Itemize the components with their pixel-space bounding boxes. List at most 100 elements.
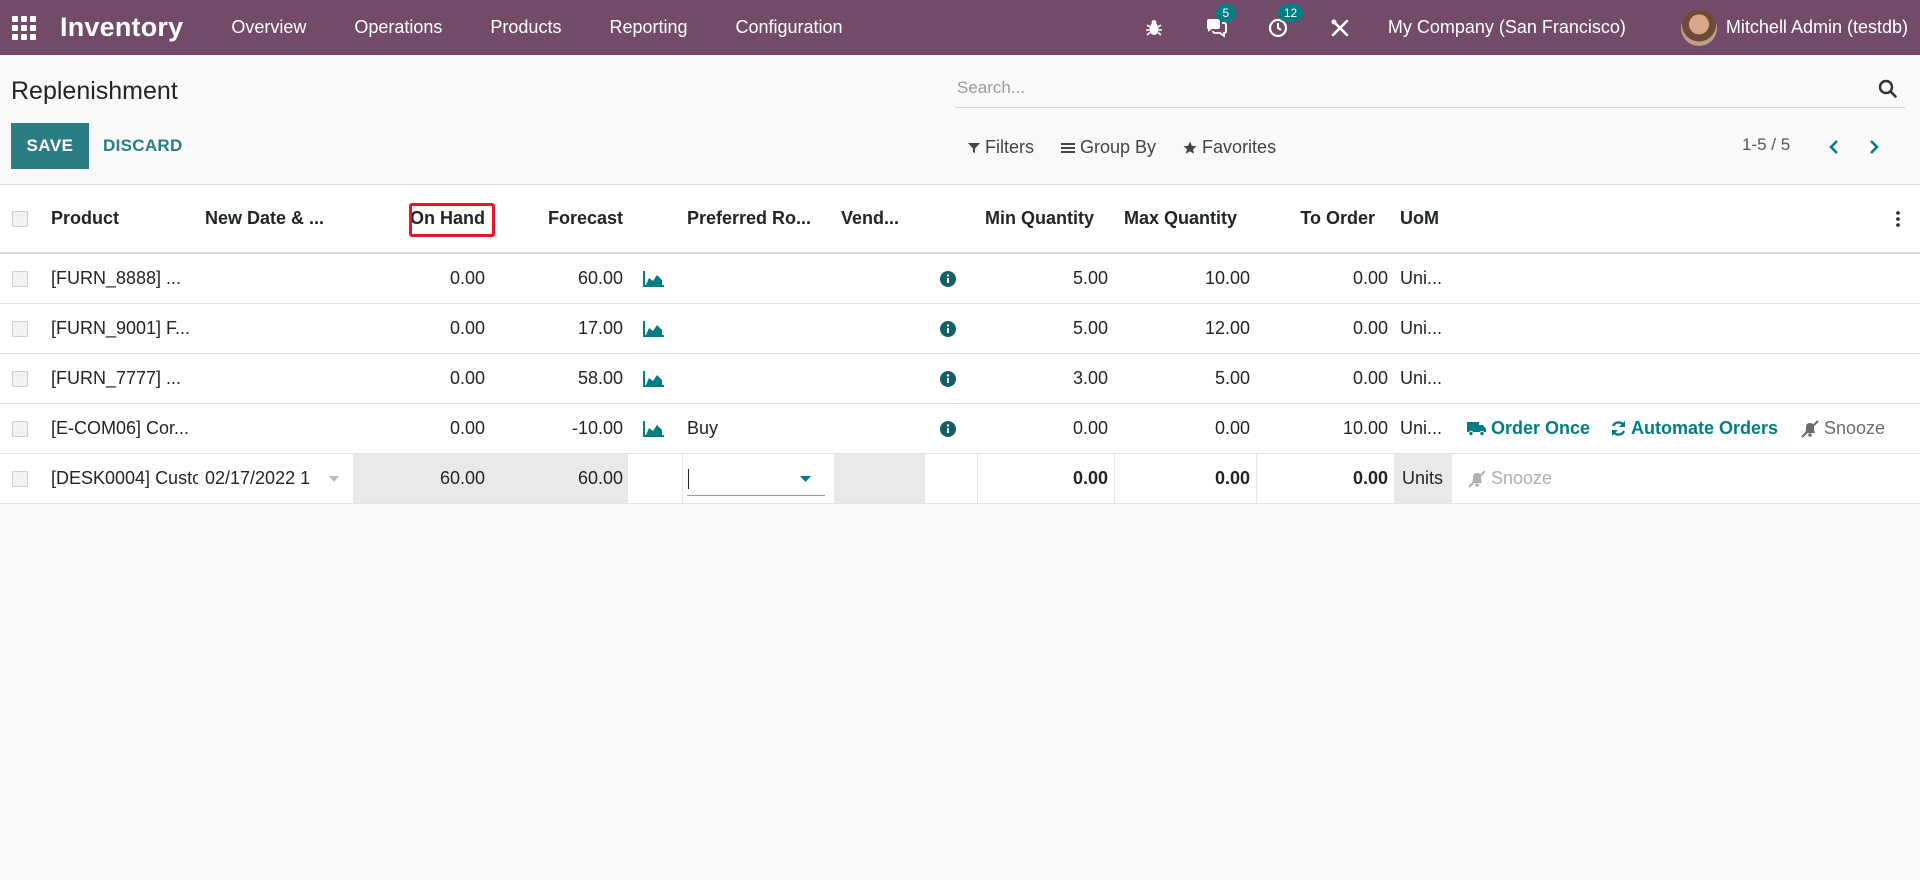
min-quantity-input[interactable]: 0.00 — [960, 454, 1108, 503]
clock-icon[interactable]: 12 — [1264, 3, 1304, 42]
col-max-quantity[interactable]: Max Quantity — [1110, 185, 1237, 252]
select-all-checkbox[interactable] — [12, 185, 32, 252]
automate-orders-label: Automate Orders — [1631, 418, 1779, 438]
info-icon[interactable] — [940, 404, 960, 453]
uom-cell: Uni... — [1400, 368, 1443, 388]
min-quantity-cell: 5.00 — [1072, 268, 1108, 288]
forecast-cell: 17.00 — [577, 318, 623, 338]
save-button[interactable]: SAVE — [11, 123, 89, 169]
bug-icon[interactable] — [1140, 14, 1168, 42]
snooze-label: Snooze — [1491, 468, 1553, 488]
chat-count-badge: 5 — [1215, 3, 1236, 22]
max-quantity-input[interactable]: 0.00 — [1110, 454, 1250, 503]
refresh-icon — [1611, 421, 1626, 436]
pager-value[interactable]: 1-5 / 5 — [1742, 135, 1790, 155]
area-chart-icon[interactable] — [643, 404, 667, 453]
snooze-button[interactable]: Snooze — [1800, 404, 1900, 453]
on-hand-highlight — [409, 203, 495, 237]
col-product[interactable]: Product — [51, 185, 191, 252]
product-cell[interactable]: [DESK0004] Custo — [51, 454, 198, 503]
tools-icon[interactable] — [1326, 14, 1354, 42]
snooze-button[interactable]: Snooze — [1467, 454, 1577, 503]
preferred-route-select[interactable] — [687, 462, 825, 496]
menu-overview[interactable]: Overview — [207, 17, 330, 38]
user-name: Mitchell Admin (testdb) — [1725, 17, 1908, 37]
uom-cell: Units — [1394, 454, 1452, 503]
menu-reporting[interactable]: Reporting — [585, 17, 711, 38]
favorites-label: Favorites — [1202, 137, 1277, 157]
row-checkbox[interactable] — [12, 304, 32, 353]
area-chart-icon[interactable] — [643, 304, 667, 353]
min-quantity-cell: 3.00 — [1072, 368, 1108, 388]
company-switcher[interactable]: My Company (San Francisco) — [1388, 17, 1626, 38]
col-vendor[interactable]: Vend... — [841, 185, 921, 252]
search-icon[interactable] — [1878, 79, 1897, 103]
menu-products[interactable]: Products — [466, 17, 585, 38]
area-chart-icon[interactable] — [643, 254, 667, 303]
star-icon — [1183, 141, 1197, 154]
optional-columns-icon[interactable] — [1896, 185, 1910, 252]
menu-configuration[interactable]: Configuration — [712, 17, 867, 38]
product-cell[interactable]: [FURN_9001] F... — [51, 304, 201, 353]
discard-button[interactable]: DISCARD — [103, 123, 183, 169]
product-cell[interactable]: [E-COM06] Cor... — [51, 404, 201, 453]
filters-button[interactable]: Filters — [968, 137, 1034, 158]
table-row-editing[interactable]: [DESK0004] Custo 02/17/2022 1 60.00 60.0… — [0, 454, 1920, 504]
pager-previous-icon[interactable] — [1822, 135, 1846, 159]
col-min-quantity[interactable]: Min Quantity — [960, 185, 1094, 252]
row-checkbox[interactable] — [12, 454, 32, 503]
app-brand[interactable]: Inventory — [60, 12, 183, 43]
navbar-systray: 5 12 My Company (San Francisco) Mitchell… — [1140, 0, 1920, 55]
to-order-input[interactable]: 0.00 — [1260, 454, 1388, 503]
table-row[interactable]: [FURN_7777] ... 0.00 58.00 3.00 5.00 0.0… — [0, 354, 1920, 404]
table-row[interactable]: [FURN_9001] F... 0.00 17.00 5.00 12.00 0… — [0, 304, 1920, 354]
max-quantity-cell: 5.00 — [1214, 368, 1250, 388]
to-order-cell: 0.00 — [1352, 268, 1388, 288]
avatar — [1680, 9, 1717, 46]
col-uom[interactable]: UoM — [1400, 185, 1460, 252]
to-order-cell: 10.00 — [1342, 418, 1388, 438]
menu-operations[interactable]: Operations — [330, 17, 466, 38]
product-cell[interactable]: [FURN_7777] ... — [51, 354, 201, 403]
col-to-order[interactable]: To Order — [1260, 185, 1375, 252]
group-by-label: Group By — [1080, 137, 1157, 157]
forecast-cell: 60.00 — [577, 268, 623, 288]
row-checkbox[interactable] — [12, 254, 32, 303]
row-checkbox[interactable] — [12, 404, 32, 453]
table-row[interactable]: [E-COM06] Cor... 0.00 -10.00 Buy 0.00 0.… — [0, 404, 1920, 454]
group-by-button[interactable]: Group By — [1061, 137, 1156, 158]
info-icon[interactable] — [940, 304, 960, 353]
uom-cell: Uni... — [1400, 268, 1443, 288]
max-quantity-cell: 0.00 — [1214, 418, 1250, 438]
order-once-button[interactable]: Order Once — [1467, 404, 1592, 453]
chat-icon[interactable]: 5 — [1202, 3, 1236, 42]
caret-down-icon — [329, 475, 339, 482]
product-cell[interactable]: [FURN_8888] ... — [51, 254, 201, 303]
row-checkbox[interactable] — [12, 354, 32, 403]
new-date-field[interactable]: 02/17/2022 1 — [198, 454, 353, 503]
favorites-button[interactable]: Favorites — [1183, 137, 1276, 158]
apps-grid-icon[interactable] — [10, 14, 38, 42]
control-panel: Replenishment SAVE DISCARD Filters Group… — [0, 55, 1920, 185]
automate-orders-button[interactable]: Automate Orders — [1610, 404, 1785, 453]
filters-label: Filters — [985, 137, 1034, 157]
search-input[interactable] — [955, 70, 1855, 106]
to-order-cell: 0.00 — [1352, 318, 1388, 338]
info-icon[interactable] — [940, 254, 960, 303]
col-forecast[interactable]: Forecast — [500, 185, 623, 252]
on-hand-cell: 0.00 — [449, 368, 485, 388]
on-hand-cell: 0.00 — [449, 418, 485, 438]
info-icon[interactable] — [940, 354, 960, 403]
top-navbar: Inventory Overview Operations Products R… — [0, 0, 1920, 55]
vendor-readonly-cell — [834, 454, 924, 503]
column-divider — [682, 454, 683, 503]
col-new-date[interactable]: New Date & ... — [205, 185, 355, 252]
area-chart-icon[interactable] — [643, 354, 667, 403]
truck-icon — [1467, 422, 1486, 436]
table-header: Product New Date & ... On Hand Forecast … — [0, 184, 1920, 254]
table-row[interactable]: [FURN_8888] ... 0.00 60.00 5.00 10.00 0.… — [0, 254, 1920, 304]
user-menu[interactable]: Mitchell Admin (testdb) — [1680, 9, 1908, 46]
uom-cell: Uni... — [1400, 318, 1443, 338]
pager-next-icon[interactable] — [1862, 135, 1886, 159]
col-preferred-route[interactable]: Preferred Ro... — [687, 185, 815, 252]
